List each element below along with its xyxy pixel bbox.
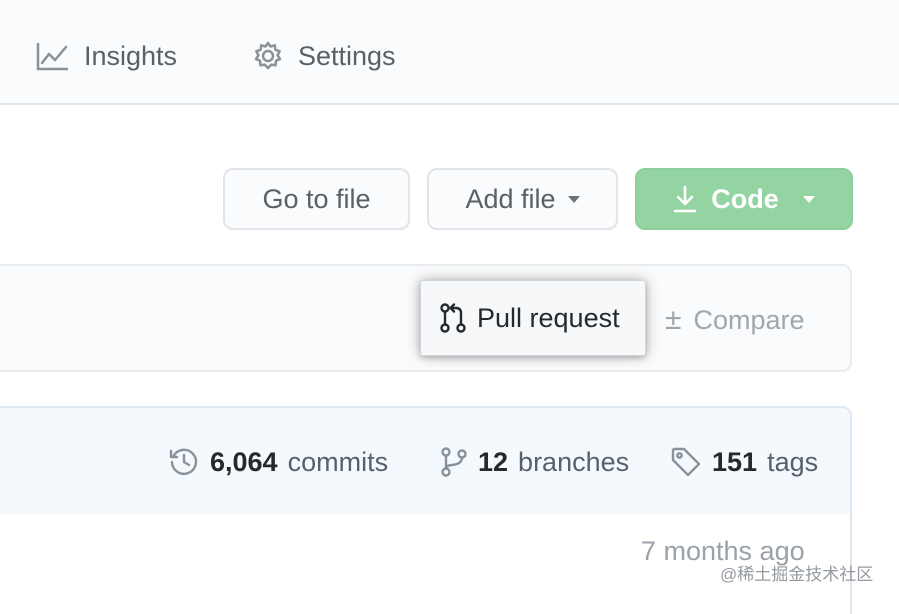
branches-label: branches — [518, 446, 630, 477]
nav-settings-label: Settings — [298, 40, 396, 71]
code-label: Code — [711, 183, 779, 214]
nav-insights[interactable]: Insights — [36, 36, 177, 76]
nav-settings[interactable]: Settings — [252, 36, 396, 76]
history-icon — [169, 448, 198, 475]
commits-label: commits — [287, 446, 389, 477]
compare-label: Compare — [693, 304, 805, 335]
nav-insights-label: Insights — [84, 40, 178, 71]
watermark-text: @稀土掘金技术社区 — [720, 565, 874, 584]
pull-request-button[interactable]: Pull request — [420, 280, 646, 356]
caret-down-icon — [567, 195, 580, 203]
code-button[interactable]: Code — [635, 168, 853, 230]
git-branch-icon — [441, 447, 467, 477]
branches-link[interactable]: 12 branches — [440, 442, 629, 482]
go-to-file-button[interactable]: Go to file — [223, 168, 410, 230]
tag-icon — [671, 447, 701, 477]
commits-link[interactable]: 6,064 commits — [168, 442, 388, 482]
git-pull-request-icon — [440, 303, 466, 333]
tags-count: 151 — [712, 446, 758, 477]
compare-link[interactable]: ± Compare — [665, 300, 805, 340]
branches-count: 12 — [478, 446, 509, 477]
repo-nav: Insights Settings — [0, 0, 899, 105]
diff-icon: ± — [665, 303, 682, 336]
tags-link[interactable]: 151 tags — [670, 442, 818, 482]
download-icon — [673, 185, 697, 213]
add-file-button[interactable]: Add file — [427, 168, 618, 230]
graph-icon — [36, 43, 68, 71]
commits-count: 6,064 — [210, 446, 278, 477]
go-to-file-label: Go to file — [262, 183, 371, 214]
tags-label: tags — [767, 446, 819, 477]
gear-icon — [254, 41, 282, 70]
add-file-label: Add file — [465, 183, 556, 214]
pull-request-label: Pull request — [477, 302, 620, 333]
caret-down-icon — [802, 195, 815, 203]
